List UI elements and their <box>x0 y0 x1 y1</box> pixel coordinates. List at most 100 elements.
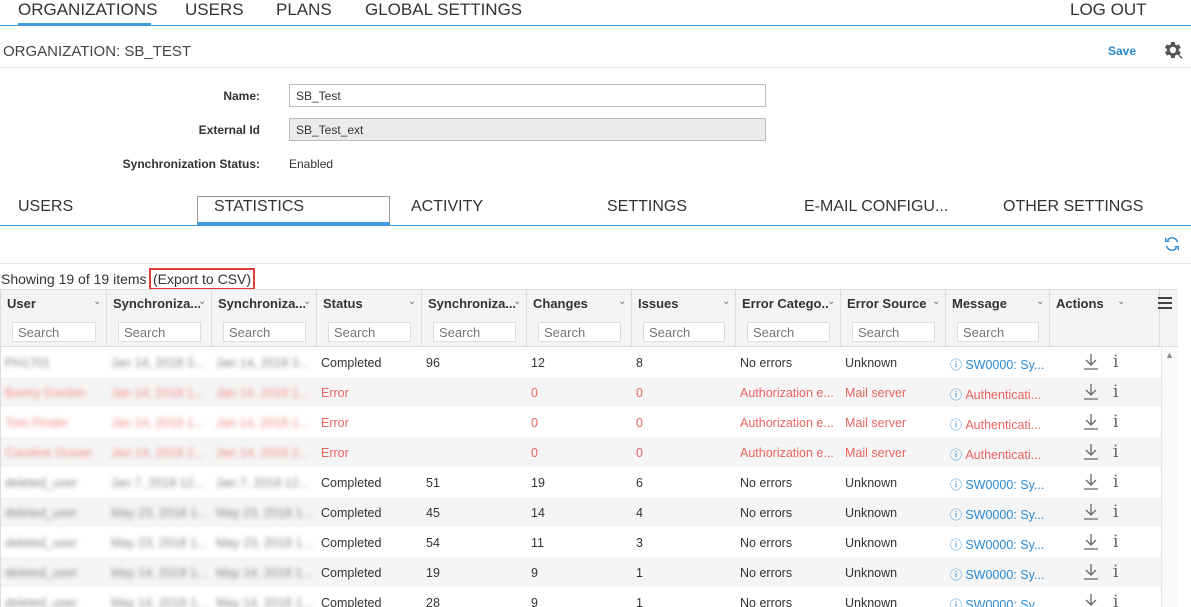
info-circle-icon: ⓘ <box>950 388 966 402</box>
column-filter-input[interactable] <box>852 322 935 342</box>
info-icon[interactable]: i <box>1113 502 1118 522</box>
column-header-actions[interactable]: Actions ⌄ <box>1050 290 1160 347</box>
chevron-down-icon[interactable]: ⌄ <box>827 296 835 307</box>
cell-message[interactable]: ⓘ Authenticati... <box>950 446 1046 463</box>
cell-sync-end: Jan 7, 2018 12... <box>216 476 310 490</box>
name-field[interactable] <box>289 84 766 107</box>
info-icon[interactable]: i <box>1113 592 1118 607</box>
table-row[interactable]: Bonny Gordon Jan 14, 2018 1... Jan 14, 201… <box>1 377 1161 407</box>
download-icon[interactable] <box>1083 443 1099 460</box>
cell-message[interactable]: ⓘ SW0000: Sy... <box>950 356 1046 373</box>
nav-tab-organizations[interactable]: ORGANIZATIONS <box>18 0 157 25</box>
chevron-down-icon[interactable]: ⌄ <box>618 296 626 307</box>
info-icon[interactable]: i <box>1113 412 1118 432</box>
chevron-down-icon[interactable]: ⌄ <box>1117 296 1125 307</box>
info-icon[interactable]: i <box>1113 472 1118 492</box>
nav-tab-users[interactable]: USERS <box>185 0 244 19</box>
tab-settings[interactable]: SETTINGS <box>607 198 687 216</box>
chevron-down-icon[interactable]: ⌄ <box>932 296 940 307</box>
table-row[interactable]: PH1701 Jan 14, 2018 3... Jan 14, 2018 3...… <box>1 347 1161 377</box>
export-csv-link[interactable]: (Export to CSV) <box>149 268 256 290</box>
cell-message[interactable]: ⓘ SW0000: Sy... <box>950 506 1046 523</box>
chevron-down-icon[interactable]: ⌄ <box>722 296 730 307</box>
column-filter-input[interactable] <box>118 322 201 342</box>
items-count: Showing 19 of 19 items <box>1 271 147 287</box>
column-header-changes[interactable]: Changes ⌄ <box>527 290 632 347</box>
tab-users[interactable]: USERS <box>18 198 73 216</box>
column-filter-input[interactable] <box>328 322 411 342</box>
download-icon[interactable] <box>1083 593 1099 607</box>
info-icon[interactable]: i <box>1113 442 1118 462</box>
table-row[interactable]: deleted_user Jan 7, 2018 12... Jan 7, 2018… <box>1 467 1161 497</box>
download-icon[interactable] <box>1083 413 1099 430</box>
tab-activity[interactable]: ACTIVITY <box>411 198 483 216</box>
cell-sync-end: May 23, 2018 1... <box>216 506 313 520</box>
cell-sync-end: May 23, 2018 1... <box>216 536 313 550</box>
column-header-message[interactable]: Message ⌄ <box>946 290 1050 347</box>
download-icon[interactable] <box>1083 563 1099 580</box>
column-header-sync-end[interactable]: Synchroniza... ⌄ <box>212 290 317 347</box>
cell-changes: 19 <box>531 476 545 490</box>
info-icon[interactable]: i <box>1113 532 1118 552</box>
column-filter-input[interactable] <box>12 322 96 342</box>
nav-tab-global-settings[interactable]: GLOBAL SETTINGS <box>365 0 522 19</box>
column-header-synchronized[interactable]: Synchroniza... ⌄ <box>422 290 527 347</box>
column-header-status[interactable]: Status ⌄ <box>317 290 422 347</box>
cell-message[interactable]: ⓘ Authenticati... <box>950 416 1046 433</box>
tab-statistics[interactable]: STATISTICS <box>197 196 390 225</box>
column-filter-input[interactable] <box>643 322 725 342</box>
column-menu-icon[interactable] <box>1158 297 1172 309</box>
cell-message[interactable]: ⓘ SW0000: Sy... <box>950 476 1046 493</box>
table-row[interactable]: Caroline Ocean Jan 14, 2018 2... Jan 14, 2… <box>1 437 1161 467</box>
cell-message[interactable]: ⓘ SW0000: Sy... <box>950 596 1046 607</box>
cell-message[interactable]: ⓘ SW0000: Sy... <box>950 536 1046 553</box>
download-icon[interactable] <box>1083 533 1099 550</box>
download-icon[interactable] <box>1083 383 1099 400</box>
chevron-down-icon[interactable]: ⌄ <box>93 296 101 307</box>
column-header-label: Changes <box>533 296 588 311</box>
column-filter-input[interactable] <box>538 322 621 342</box>
nav-tab-plans[interactable]: PLANS <box>276 0 332 19</box>
name-label: Name: <box>223 89 260 103</box>
chevron-down-icon[interactable]: ⌄ <box>408 296 416 307</box>
download-icon[interactable] <box>1083 473 1099 490</box>
download-icon[interactable] <box>1083 503 1099 520</box>
chevron-down-icon[interactable]: ⌄ <box>1036 296 1044 307</box>
cell-error-category: No errors <box>740 356 793 370</box>
cell-synchronized: 45 <box>426 506 440 520</box>
refresh-icon[interactable] <box>1163 235 1181 253</box>
table-row[interactable]: deleted_user May 14, 2018 1... May 14, 201… <box>1 587 1161 607</box>
table-row[interactable]: deleted_user May 23, 2018 1... May 23, 201… <box>1 527 1161 557</box>
vertical-scrollbar[interactable]: ▲ <box>1161 347 1178 607</box>
column-header-sync-start[interactable]: Synchroniza... ⌄ <box>107 290 212 347</box>
tab-email-configuration[interactable]: E-MAIL CONFIGU... <box>804 198 948 216</box>
column-filter-input[interactable] <box>223 322 306 342</box>
download-icon[interactable] <box>1083 353 1099 370</box>
chevron-down-icon[interactable]: ⌄ <box>303 296 311 307</box>
info-icon[interactable]: i <box>1113 562 1118 582</box>
chevron-down-icon[interactable]: ⌄ <box>198 296 206 307</box>
column-header-error-source[interactable]: Error Source ⌄ <box>841 290 946 347</box>
scroll-up-icon[interactable]: ▲ <box>1165 350 1174 360</box>
info-circle-icon: ⓘ <box>950 418 966 432</box>
cell-synchronized: 96 <box>426 356 440 370</box>
cell-message[interactable]: ⓘ Authenticati... <box>950 386 1046 403</box>
chevron-down-icon[interactable]: ⌄ <box>513 296 521 307</box>
logout-link[interactable]: LOG OUT <box>1070 0 1147 19</box>
table-row[interactable]: deleted_user May 14, 2018 1... May 14, 201… <box>1 557 1161 587</box>
column-filter-input[interactable] <box>747 322 830 342</box>
column-header-user[interactable]: User ⌄ <box>1 290 107 347</box>
column-filter-input[interactable] <box>433 322 516 342</box>
info-icon[interactable]: i <box>1113 382 1118 402</box>
column-header-issues[interactable]: Issues ⌄ <box>632 290 736 347</box>
gear-icon[interactable] <box>1161 39 1183 61</box>
column-header-error-category[interactable]: Error Catego... ⌄ <box>736 290 841 347</box>
save-button[interactable]: Save <box>1108 44 1136 58</box>
column-filter-input[interactable] <box>957 322 1039 342</box>
table-row[interactable]: deleted_user May 23, 2018 1... May 23, 201… <box>1 497 1161 527</box>
cell-changes: 0 <box>531 416 538 430</box>
info-icon[interactable]: i <box>1113 352 1118 372</box>
cell-message[interactable]: ⓘ SW0000: Sy... <box>950 566 1046 583</box>
tab-other-settings[interactable]: OTHER SETTINGS <box>1003 198 1143 216</box>
table-row[interactable]: Tom Pinder Jan 14, 2018 1... Jan 14, 2018 … <box>1 407 1161 437</box>
